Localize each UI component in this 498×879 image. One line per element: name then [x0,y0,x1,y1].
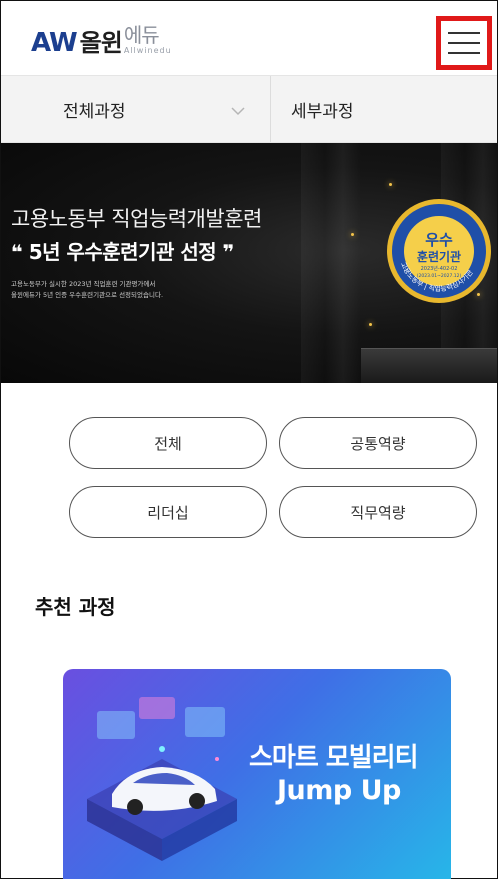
hamburger-menu-button[interactable] [436,16,492,70]
menu-line-icon [448,52,480,54]
filter-all-button[interactable]: 전체 [69,417,267,469]
banner-title-line1: 고용노동부 직업능력개발훈련 [11,207,262,231]
badge-code-text: 2023년-402-02 [421,265,458,272]
logo-korean-text: 올윈 [79,28,123,57]
stage-decoration [361,348,497,383]
badge-period-text: (2023.01~2027.12) [417,273,462,279]
award-badge-icon: 고용노동부 | 직업능력심사기관 우수 훈련기관 2023년-402-02 (2… [387,199,491,303]
menu-line-icon [448,42,480,44]
logo[interactable]: AW 올윈 에듀 Allwinedu [31,23,172,58]
course-card[interactable]: 스마트 모빌리티 Jump Up [63,669,451,879]
category-primary-label: 전체과정 [63,101,126,122]
badge-top-text: 우수 [425,231,453,249]
banner-title-line2: ❝ 5년 우수훈련기관 선정 ❞ [11,240,234,264]
badge-middle-text: 훈련기관 [417,249,461,264]
filter-common-competency-button[interactable]: 공통역량 [279,417,477,469]
category-bar: 전체과정 세부과정 [1,75,497,143]
smart-car-illustration-icon [87,697,237,861]
category-secondary-label: 세부과정 [291,101,354,122]
menu-line-icon [448,32,480,34]
curtain-decoration [301,143,361,383]
logo-edu-group: 에듀 Allwinedu [124,25,172,55]
chevron-down-icon [231,107,245,116]
sparkle-decoration [369,323,372,326]
logo-edu-text: 에듀 [123,23,160,47]
course-title-line2: Jump Up [277,775,401,806]
filter-job-competency-button[interactable]: 직무역량 [279,486,477,538]
category-select-secondary[interactable]: 세부과정 [271,76,497,142]
section-title: 추천 과정 [35,595,116,619]
promo-banner[interactable]: 고용노동부 직업능력개발훈련 ❝ 5년 우수훈련기관 선정 ❞ 고용노동부가 실… [1,143,497,383]
app-header: AW 올윈 에듀 Allwinedu [1,1,497,75]
filter-leadership-button[interactable]: 리더십 [69,486,267,538]
logo-subtitle: Allwinedu [123,46,172,55]
banner-desc-line1: 고용노동부가 실시한 2023년 직업훈련 기관평가에서 [11,280,156,288]
banner-description: 고용노동부가 실시한 2023년 직업훈련 기관평가에서 올윈에듀가 5년 인증… [11,279,271,301]
logo-aw-text: AW [31,27,78,58]
course-title-line1: 스마트 모빌리티 [249,743,418,773]
logo-mark: AW 올윈 [31,23,123,58]
sparkle-decoration [351,233,354,236]
category-select-primary[interactable]: 전체과정 [1,76,271,142]
banner-desc-line2: 올윈에듀가 5년 인증 우수훈련기관으로 선정되었습니다. [11,291,164,299]
sparkle-decoration [389,183,392,186]
